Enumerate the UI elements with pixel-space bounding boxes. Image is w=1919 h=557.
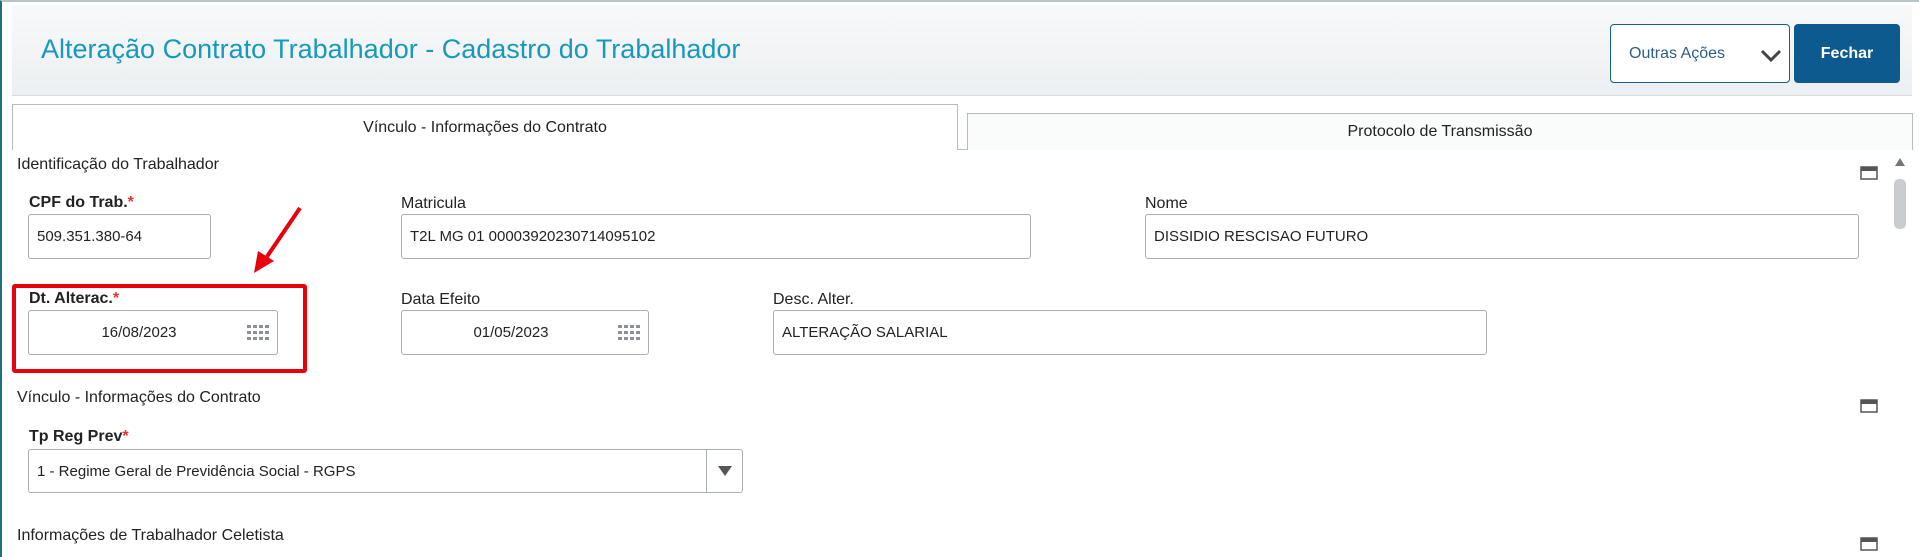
scrollbar-thumb[interactable] bbox=[1894, 179, 1906, 229]
tp-reg-prev-select[interactable]: 1 - Regime Geral de Previdência Social -… bbox=[28, 449, 743, 493]
cpf-label: CPF do Trab.* bbox=[29, 194, 134, 211]
tab-protocolo-label: Protocolo de Transmissão bbox=[1347, 123, 1533, 140]
more-actions-button[interactable]: Outras Ações bbox=[1610, 24, 1790, 83]
page-header: Alteração Contrato Trabalhador - Cadastr… bbox=[12, 5, 1912, 96]
section-title-vinculo: Vínculo - Informações do Contrato bbox=[17, 389, 261, 406]
collapse-icon[interactable] bbox=[1860, 537, 1878, 551]
scroll-up-icon[interactable] bbox=[1895, 158, 1905, 166]
dropdown-arrow-icon bbox=[718, 466, 732, 476]
annotation-highlight-box bbox=[12, 284, 307, 373]
collapse-icon[interactable] bbox=[1860, 399, 1878, 413]
tab-vinculo[interactable]: Vínculo - Informações do Contrato bbox=[12, 104, 958, 150]
collapse-icon[interactable] bbox=[1860, 166, 1878, 180]
cpf-field[interactable]: 509.351.380-64 bbox=[28, 214, 211, 259]
more-actions-label: Outras Ações bbox=[1629, 44, 1726, 62]
data-efeito-field[interactable]: 01/05/2023 bbox=[401, 310, 649, 355]
annotation-arrow bbox=[254, 206, 302, 273]
close-button[interactable]: Fechar bbox=[1794, 24, 1900, 83]
desc-alter-field[interactable]: ALTERAÇÃO SALARIAL bbox=[773, 310, 1487, 355]
desc-alter-label: Desc. Alter. bbox=[773, 291, 854, 308]
chevron-down-icon bbox=[1760, 49, 1782, 63]
section-title-celetista: Informações de Trabalhador Celetista bbox=[17, 527, 284, 544]
tab-vinculo-label: Vínculo - Informações do Contrato bbox=[363, 118, 607, 136]
data-efeito-label: Data Efeito bbox=[401, 291, 481, 308]
tab-protocolo[interactable]: Protocolo de Transmissão bbox=[967, 113, 1913, 150]
section-title-identificacao: Identificação do Trabalhador bbox=[17, 156, 219, 173]
matricula-field[interactable]: T2L MG 01 00003920230714095102 bbox=[401, 214, 1031, 259]
nome-field[interactable]: DISSIDIO RESCISAO FUTURO bbox=[1145, 214, 1859, 259]
calendar-icon[interactable] bbox=[618, 325, 640, 341]
page-title: Alteração Contrato Trabalhador - Cadastr… bbox=[41, 34, 741, 64]
nome-label: Nome bbox=[1145, 195, 1188, 212]
matricula-label: Matricula bbox=[401, 195, 466, 212]
vertical-scrollbar[interactable] bbox=[1891, 152, 1909, 557]
tp-reg-prev-label: Tp Reg Prev* bbox=[29, 428, 129, 445]
